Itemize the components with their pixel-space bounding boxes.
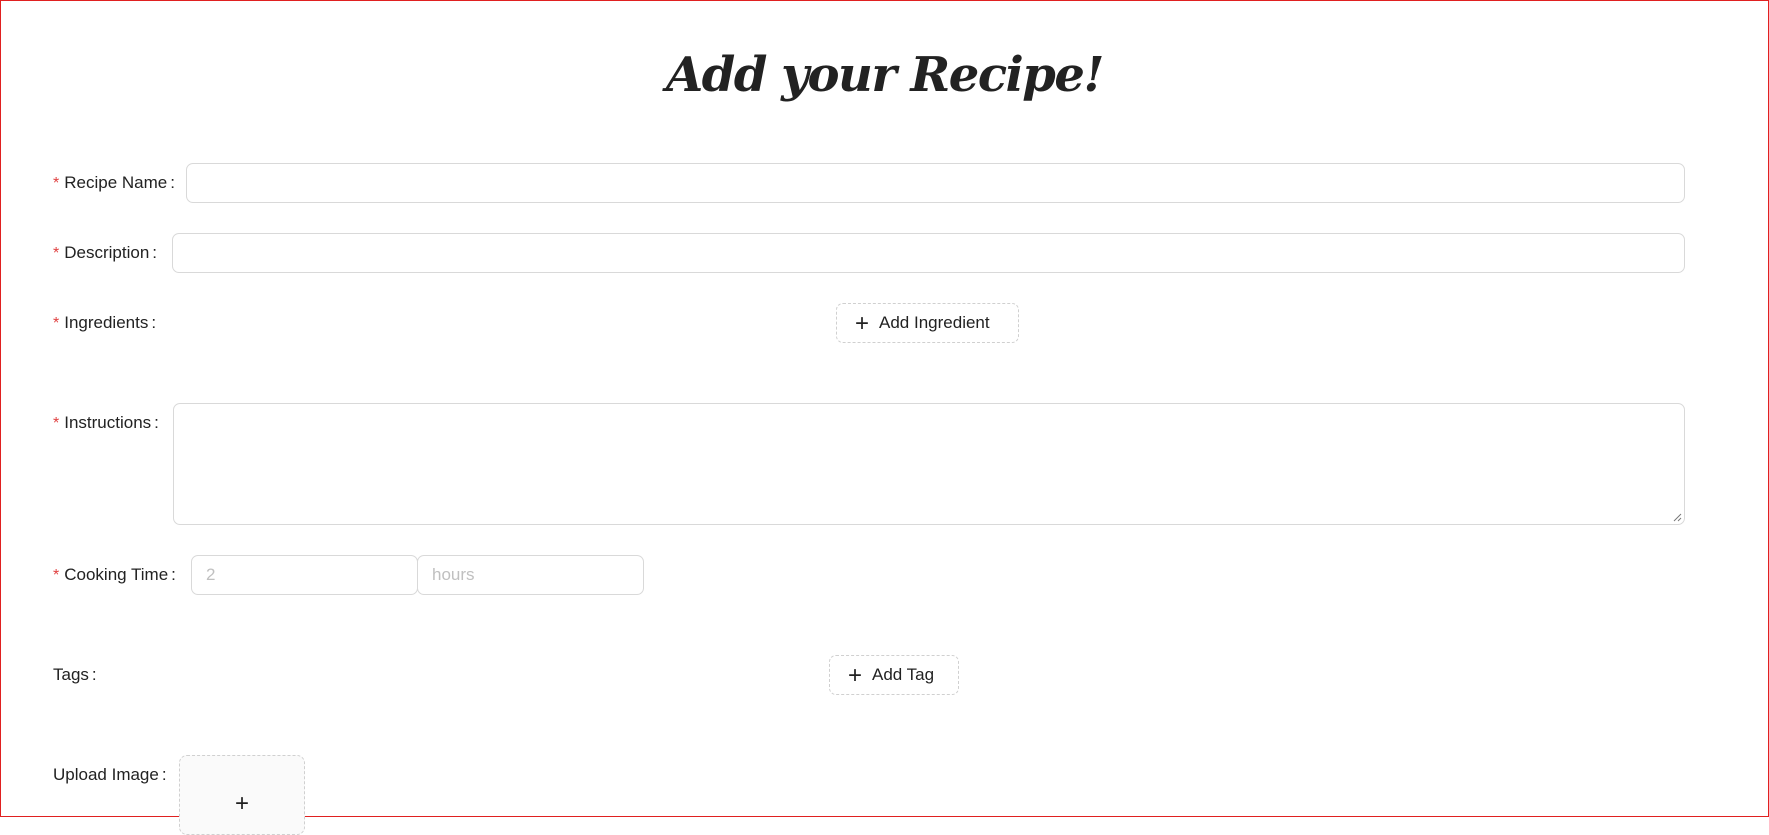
plus-icon: +: [234, 790, 249, 817]
required-mark: *: [53, 175, 60, 192]
instructions-label-text: Instructions: [64, 413, 152, 432]
add-tag-button[interactable]: + Add Tag: [829, 655, 959, 695]
upload-image-label: Upload Image:: [53, 755, 167, 795]
label-colon: :: [91, 665, 97, 684]
cooking-time-label-text: Cooking Time: [64, 565, 169, 584]
recipe-name-input[interactable]: [186, 163, 1685, 203]
required-mark: *: [53, 245, 60, 262]
required-mark: *: [53, 415, 60, 432]
description-label-text: Description: [64, 243, 150, 262]
ingredients-label-text: Ingredients: [64, 313, 149, 332]
label-colon: :: [170, 173, 175, 192]
tags-label: Tags:: [53, 655, 97, 695]
plus-icon: +: [855, 310, 870, 337]
add-tag-label: Add Tag: [872, 665, 935, 684]
description-label: * Description:: [53, 233, 157, 274]
label-colon: :: [152, 243, 158, 262]
ingredients-label: * Ingredients:: [53, 303, 156, 344]
resize-handle-icon[interactable]: [1672, 512, 1682, 522]
instructions-textarea[interactable]: [173, 403, 1685, 525]
recipe-name-label: * Recipe Name:: [53, 163, 175, 204]
upload-image-button[interactable]: +: [179, 755, 305, 835]
cooking-time-label: * Cooking Time:: [53, 555, 176, 596]
recipe-name-label-text: Recipe Name: [64, 173, 168, 192]
page-title: Add your Recipe!: [666, 47, 1104, 103]
label-colon: :: [171, 565, 176, 584]
label-colon: :: [151, 313, 157, 332]
upload-image-label-text: Upload Image: [53, 765, 159, 784]
required-mark: *: [53, 315, 60, 332]
tags-label-text: Tags: [53, 665, 89, 684]
cooking-time-unit-input[interactable]: hours: [417, 555, 644, 595]
plus-icon: +: [848, 662, 863, 689]
add-ingredient-button[interactable]: + Add Ingredient: [836, 303, 1019, 343]
description-input[interactable]: [172, 233, 1685, 273]
label-colon: :: [154, 413, 159, 432]
cooking-time-amount-input[interactable]: 2: [191, 555, 418, 595]
label-colon: :: [161, 765, 167, 784]
add-ingredient-label: Add Ingredient: [879, 313, 990, 332]
instructions-label: * Instructions:: [53, 403, 159, 444]
required-mark: *: [53, 567, 60, 584]
